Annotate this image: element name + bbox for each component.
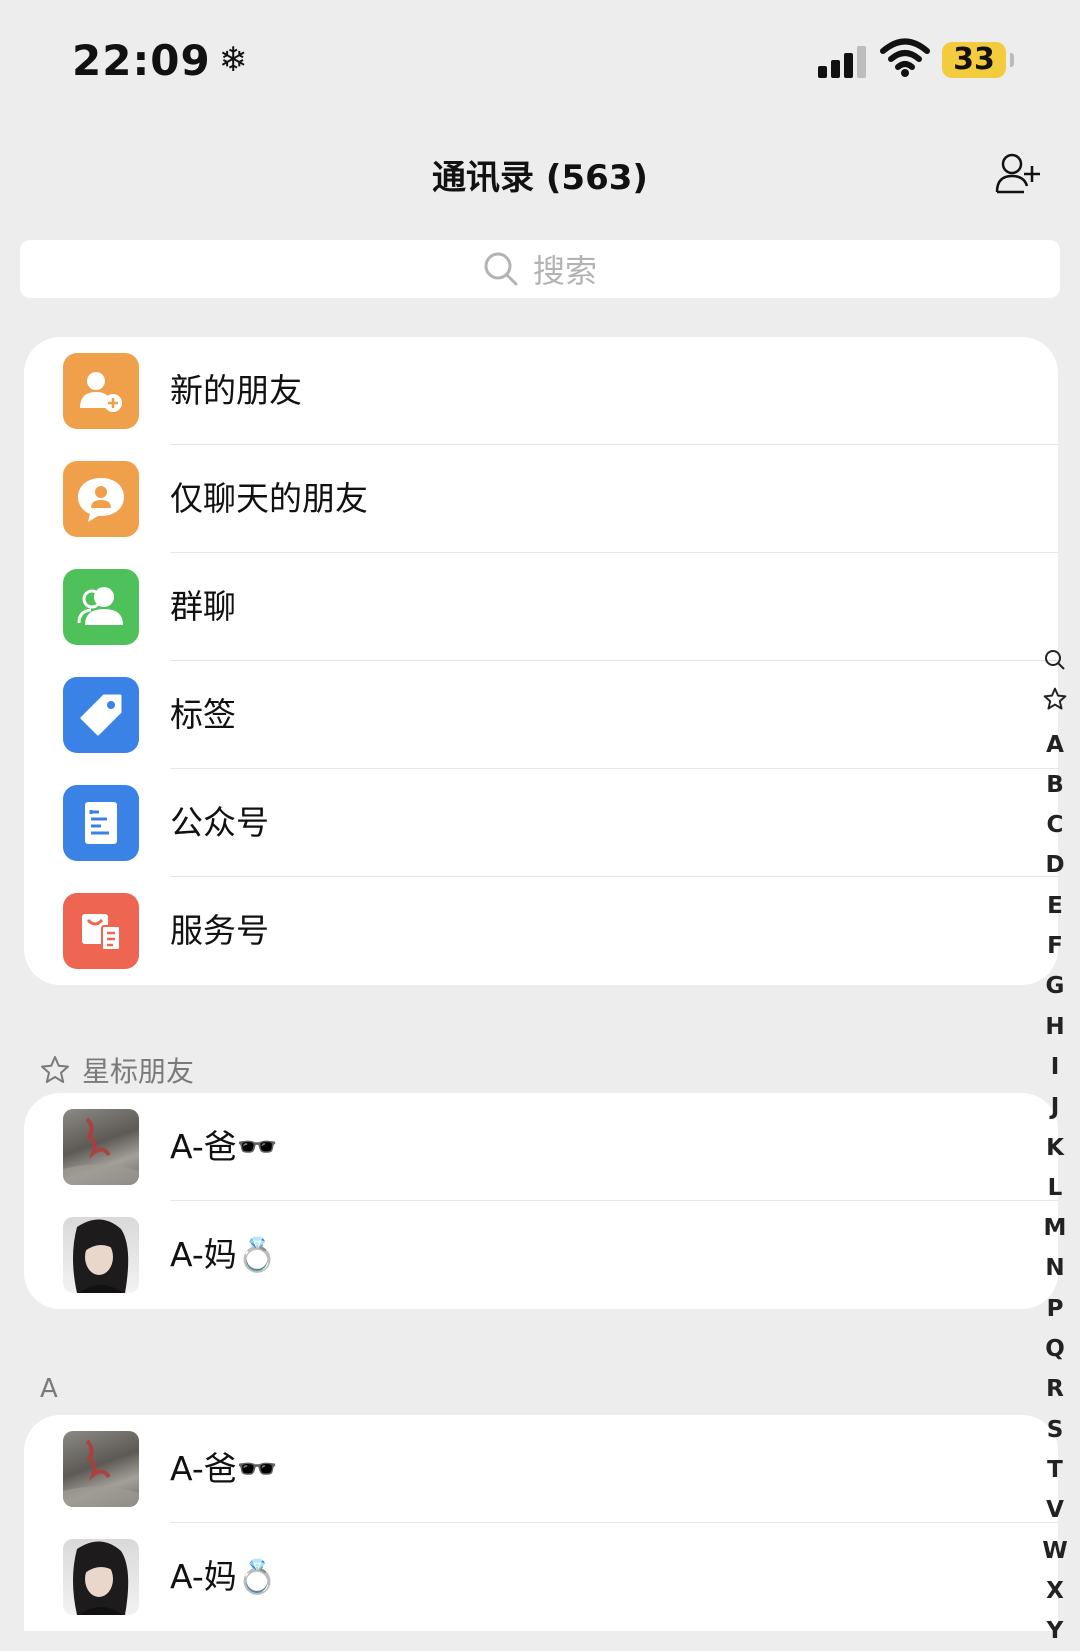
- contact-row[interactable]: A-爸🕶️: [24, 1415, 1058, 1523]
- index-letter[interactable]: Q: [1038, 1329, 1072, 1369]
- official-account-icon: [63, 785, 139, 861]
- battery-indicator: 33: [942, 42, 1014, 78]
- index-letter[interactable]: J: [1038, 1087, 1072, 1127]
- index-letter[interactable]: C: [1038, 805, 1072, 845]
- menu-group-chats[interactable]: 群聊: [24, 553, 1058, 661]
- index-letter[interactable]: F: [1038, 926, 1072, 966]
- group-chat-icon: [63, 569, 139, 645]
- alphabet-index[interactable]: A B C D E F G H I J K L M N P Q R S T V …: [1038, 644, 1072, 1651]
- add-contact-icon[interactable]: [994, 152, 1042, 196]
- index-letter[interactable]: G: [1038, 966, 1072, 1006]
- index-letter[interactable]: V: [1038, 1490, 1072, 1530]
- tag-icon: [63, 677, 139, 753]
- index-star-icon[interactable]: [1038, 684, 1072, 724]
- page-title: 通讯录 (563): [432, 158, 648, 198]
- index-letter[interactable]: S: [1038, 1410, 1072, 1450]
- cellular-signal-icon: [818, 44, 868, 78]
- contact-row[interactable]: A-妈💍: [24, 1523, 1058, 1631]
- index-letter[interactable]: H: [1038, 1007, 1072, 1047]
- wifi-icon: [880, 38, 930, 77]
- index-letter[interactable]: X: [1038, 1571, 1072, 1611]
- search-icon: [484, 252, 518, 286]
- avatar: [63, 1539, 139, 1615]
- letter-section-header: A: [40, 1374, 58, 1404]
- service-account-icon: [63, 893, 139, 969]
- index-letter[interactable]: M: [1038, 1208, 1072, 1248]
- chat-only-icon: [63, 461, 139, 537]
- menu-service-accounts[interactable]: 服务号: [24, 877, 1058, 985]
- menu-tags[interactable]: 标签: [24, 661, 1058, 769]
- search-placeholder: 搜索: [532, 252, 597, 290]
- index-search-icon[interactable]: [1038, 644, 1072, 684]
- avatar: [63, 1431, 139, 1507]
- star-icon: [41, 1056, 69, 1083]
- avatar: [63, 1109, 139, 1185]
- index-letter[interactable]: B: [1038, 765, 1072, 805]
- contacts-a: A-爸🕶️ A-妈💍: [24, 1415, 1058, 1631]
- new-friend-icon: [63, 353, 139, 429]
- index-letter[interactable]: N: [1038, 1248, 1072, 1288]
- menu-chat-only-friends[interactable]: 仅聊天的朋友: [24, 445, 1058, 553]
- snowflake-icon: ❄: [218, 40, 249, 80]
- index-letter[interactable]: T: [1038, 1450, 1072, 1490]
- starred-section-header: 星标朋友: [40, 1050, 194, 1090]
- contact-row[interactable]: A-爸🕶️: [24, 1093, 1058, 1201]
- menu-new-friends[interactable]: 新的朋友: [24, 337, 1058, 445]
- index-letter[interactable]: K: [1038, 1128, 1072, 1168]
- search-bar[interactable]: 搜索: [20, 240, 1060, 298]
- index-letter[interactable]: I: [1038, 1047, 1072, 1087]
- avatar: [63, 1217, 139, 1293]
- status-time: 22:09 ❄: [72, 36, 249, 85]
- starred-contacts: A-爸🕶️ A-妈💍: [24, 1093, 1058, 1309]
- menu-official-accounts[interactable]: 公众号: [24, 769, 1058, 877]
- index-letter[interactable]: W: [1038, 1531, 1072, 1571]
- index-letter[interactable]: E: [1038, 886, 1072, 926]
- index-letter[interactable]: P: [1038, 1289, 1072, 1329]
- contact-row[interactable]: A-妈💍: [24, 1201, 1058, 1309]
- index-letter[interactable]: L: [1038, 1168, 1072, 1208]
- index-letter[interactable]: A: [1038, 725, 1072, 765]
- index-letter[interactable]: R: [1038, 1369, 1072, 1409]
- function-menu: 新的朋友 仅聊天的朋友 群聊 标签 公众号 服务号: [24, 337, 1058, 985]
- index-letter[interactable]: D: [1038, 845, 1072, 885]
- index-letter[interactable]: Y: [1038, 1611, 1072, 1651]
